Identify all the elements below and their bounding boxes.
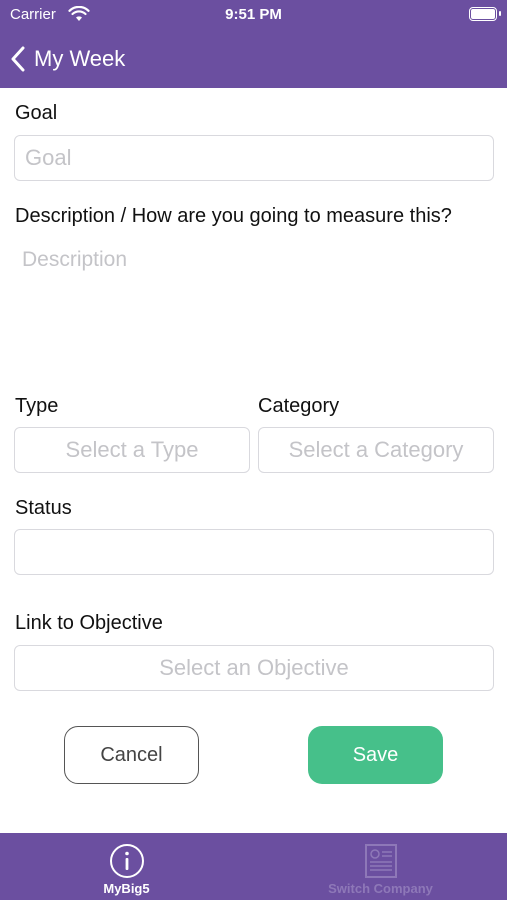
battery-icon	[469, 7, 501, 21]
tab-mybig5[interactable]: MyBig5	[0, 833, 253, 900]
back-button[interactable]: My Week	[10, 44, 125, 74]
tab-switch-company-label: Switch Company	[328, 881, 433, 896]
chevron-left-icon	[10, 46, 26, 72]
tab-mybig5-label: MyBig5	[103, 881, 150, 896]
navigation-bar: My Week	[0, 30, 507, 88]
type-label: Type	[15, 395, 59, 417]
save-button[interactable]: Save	[308, 726, 443, 784]
tab-bar: MyBig5 Switch Company	[0, 833, 507, 900]
category-select-placeholder: Select a Category	[288, 437, 464, 462]
clock-time: 9:51 PM	[225, 6, 282, 23]
type-select[interactable]: Select a Type	[14, 427, 250, 473]
description-label: Description / How are you going to measu…	[15, 205, 452, 227]
status-bar: Carrier 9:51 PM	[0, 0, 507, 30]
objective-select-placeholder: Select an Objective	[159, 655, 349, 680]
cancel-button[interactable]: Cancel	[64, 726, 199, 784]
category-label: Category	[258, 395, 340, 417]
status-input[interactable]	[14, 529, 494, 575]
objective-select[interactable]: Select an Objective	[14, 645, 494, 691]
description-textarea[interactable]	[15, 240, 493, 370]
info-circle-icon	[109, 843, 145, 884]
cancel-button-label: Cancel	[100, 743, 163, 766]
document-icon	[364, 843, 398, 884]
category-select[interactable]: Select a Category	[258, 427, 494, 473]
objective-label: Link to Objective	[15, 612, 163, 634]
tab-switch-company[interactable]: Switch Company	[254, 833, 507, 900]
back-button-label: My Week	[34, 46, 126, 71]
type-select-placeholder: Select a Type	[65, 437, 199, 462]
goal-label: Goal	[15, 102, 58, 124]
status-label: Status	[15, 497, 72, 519]
goal-input[interactable]	[14, 135, 494, 181]
save-button-label: Save	[352, 743, 399, 766]
